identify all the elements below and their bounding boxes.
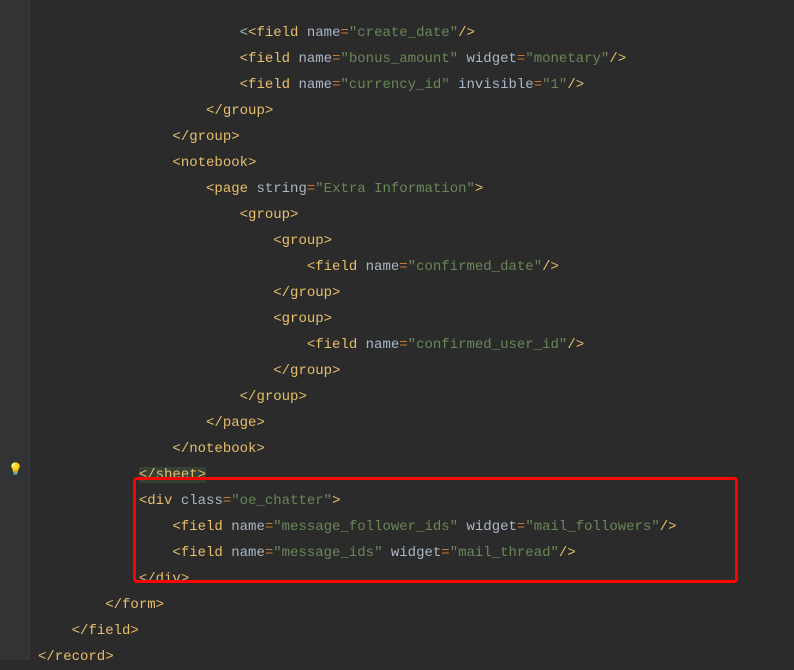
code-line[interactable]: </group> bbox=[38, 280, 677, 306]
code-line[interactable]: <page string="Extra Information"> bbox=[38, 176, 677, 202]
code-line[interactable]: </field> bbox=[38, 618, 677, 644]
code-editor-body[interactable]: <<field name="create_date"/> <field name… bbox=[38, 0, 677, 670]
code-line[interactable]: <field name="message_follower_ids" widge… bbox=[38, 514, 677, 540]
code-line[interactable]: <field name="currency_id" invisible="1"/… bbox=[38, 72, 677, 98]
code-line[interactable]: </page> bbox=[38, 410, 677, 436]
code-line[interactable]: </notebook> bbox=[38, 436, 677, 462]
code-line[interactable]: <group> bbox=[38, 306, 677, 332]
code-line[interactable]: <field name="confirmed_user_id"/> bbox=[38, 332, 677, 358]
code-line[interactable]: </group> bbox=[38, 98, 677, 124]
code-line[interactable]: </sheet> bbox=[38, 462, 677, 488]
code-line[interactable]: </div> bbox=[38, 566, 677, 592]
code-line[interactable]: </group> bbox=[38, 384, 677, 410]
code-line[interactable]: <field name="message_ids" widget="mail_t… bbox=[38, 540, 677, 566]
code-line[interactable]: <field name="bonus_amount" widget="monet… bbox=[38, 46, 677, 72]
code-line[interactable]: <group> bbox=[38, 202, 677, 228]
code-line[interactable]: </group> bbox=[38, 124, 677, 150]
code-line[interactable]: </record> bbox=[38, 644, 677, 670]
code-line[interactable]: </group> bbox=[38, 358, 677, 384]
code-line[interactable]: <<field name="create_date"/> bbox=[38, 20, 677, 46]
code-line[interactable] bbox=[38, 0, 677, 20]
code-line[interactable]: <group> bbox=[38, 228, 677, 254]
code-line[interactable]: <field name="confirmed_date"/> bbox=[38, 254, 677, 280]
editor-gutter: 💡 bbox=[0, 0, 30, 660]
lightbulb-icon[interactable]: 💡 bbox=[8, 457, 23, 483]
code-line[interactable]: </form> bbox=[38, 592, 677, 618]
code-line[interactable]: <notebook> bbox=[38, 150, 677, 176]
code-line[interactable]: <div class="oe_chatter"> bbox=[38, 488, 677, 514]
